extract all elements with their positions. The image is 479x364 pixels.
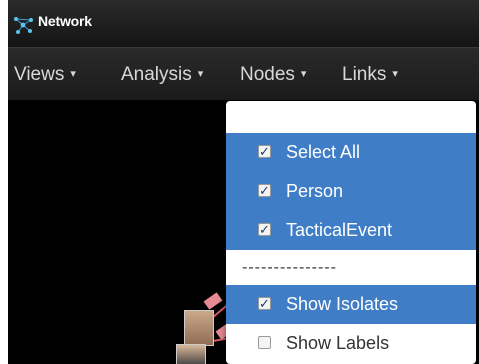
menu-bar: Views ▾ Analysis ▾ Nodes ▾ Links ▾: [8, 48, 479, 100]
menu-analysis[interactable]: Analysis ▾: [121, 64, 203, 86]
menu-links[interactable]: Links ▾: [342, 64, 398, 86]
menu-views-label: Views: [14, 64, 65, 85]
nodes-dropdown-menu: ✓ Select All ✓ Person ✓ TacticalEvent --…: [226, 101, 476, 364]
person-node-photo[interactable]: [176, 344, 206, 364]
menu-item-label: Person: [286, 181, 344, 201]
graph-node[interactable]: [203, 292, 223, 310]
menu-item-label: Select All: [286, 142, 361, 162]
title-bar: Network: [8, 0, 479, 48]
menu-nodes[interactable]: Nodes ▾: [240, 64, 306, 86]
menu-item-show-labels[interactable]: Show Labels: [226, 324, 476, 363]
checkbox[interactable]: ✓: [258, 184, 271, 197]
checkbox[interactable]: [258, 336, 271, 349]
chevron-down-icon: ▾: [392, 68, 398, 80]
menu-separator: ---------------: [242, 259, 337, 276]
menu-item-label: Show Isolates: [286, 294, 399, 314]
window-title: Network: [38, 13, 92, 29]
chevron-down-icon: ▾: [197, 68, 204, 80]
chevron-down-icon: ▾: [300, 68, 307, 80]
menu-links-label: Links: [342, 64, 387, 85]
person-node-photo[interactable]: [184, 310, 214, 346]
checkbox[interactable]: ✓: [258, 223, 271, 236]
menu-item-select-all[interactable]: ✓ Select All: [226, 133, 476, 172]
menu-item-label: TacticalEvent: [286, 220, 393, 240]
menu-item-show-isolates[interactable]: ✓ Show Isolates: [226, 285, 476, 324]
checkbox[interactable]: ✓: [258, 145, 271, 158]
network-graph-icon: [14, 17, 33, 34]
menu-item-tacticalevent[interactable]: ✓ TacticalEvent: [226, 211, 476, 250]
menu-item-label: Show Labels: [286, 333, 390, 353]
checkbox[interactable]: ✓: [258, 297, 271, 310]
menu-views[interactable]: Views ▾: [14, 64, 76, 86]
menu-item-person[interactable]: ✓ Person: [226, 172, 476, 211]
menu-nodes-label: Nodes: [240, 64, 295, 85]
menu-analysis-label: Analysis: [121, 64, 192, 85]
chevron-down-icon: ▾: [70, 68, 76, 80]
